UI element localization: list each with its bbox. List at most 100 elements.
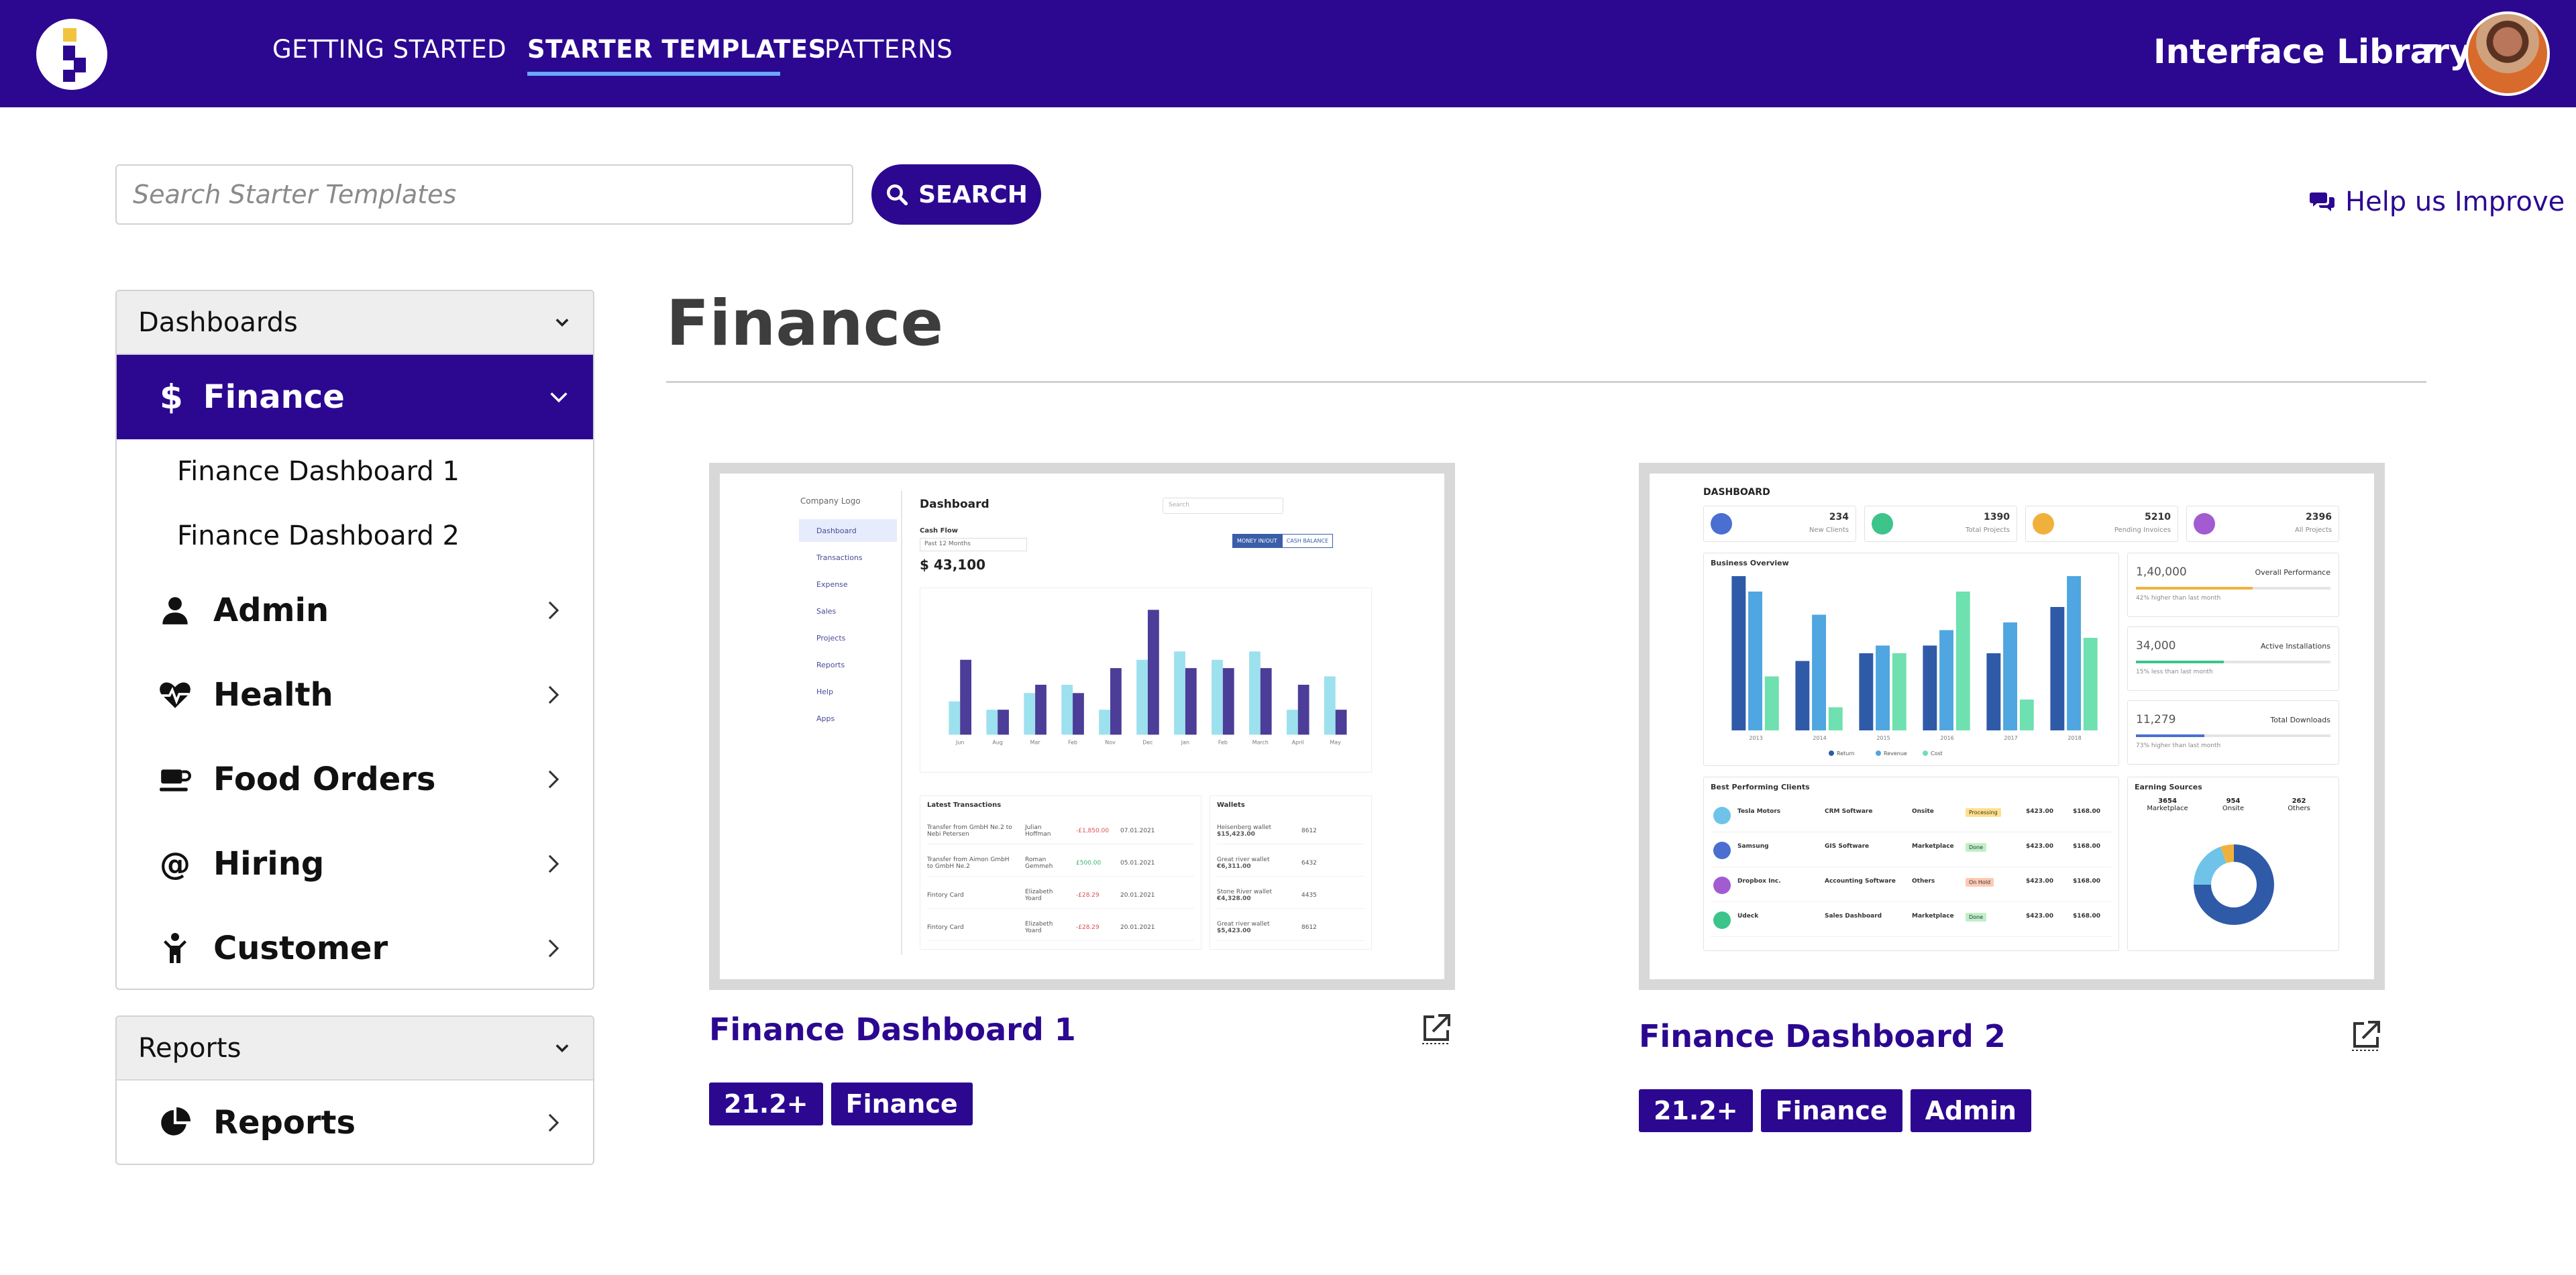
at-icon: @ [160, 846, 191, 882]
money-in-bar [1287, 710, 1298, 735]
preview-stat-card: 2396 All Projects [2186, 506, 2339, 542]
revenue-bar [1939, 630, 1953, 730]
preview-nav-item: Help [816, 687, 834, 696]
return-bar [1986, 653, 2001, 730]
money-in-bar [1061, 684, 1073, 735]
month-tick-label: May [1330, 739, 1342, 745]
tag-finance[interactable]: Finance [1760, 1089, 1902, 1132]
preview-kpi-card: 11,279 Total Downloads 73% higher than las… [2127, 700, 2339, 765]
money-in-bar [986, 710, 998, 735]
preview-period-select: Past 12 Months [920, 538, 1027, 551]
sidebar-item-label: Admin [213, 592, 329, 629]
template-title-finance-dashboard-1[interactable]: Finance Dashboard 1 [709, 1011, 1076, 1048]
cost-bar [1892, 653, 1907, 730]
preview-heading: DASHBOARD [1703, 487, 1770, 498]
sidebar-subitem-finance-dashboard-2[interactable]: Finance Dashboard 2 [117, 504, 593, 568]
sidebar-group-header-dashboards[interactable]: Dashboards [117, 291, 593, 355]
search-input[interactable] [115, 164, 853, 225]
app-logo[interactable] [36, 19, 107, 90]
year-tick-label: 2016 [1940, 735, 1953, 741]
tag-admin[interactable]: Admin [1910, 1089, 2031, 1132]
preview-kpi-card: 1,40,000 Overall Performance 42% higher th… [2127, 553, 2339, 617]
preview-sidebar: Company Logo Dashboard Transactions Expe… [794, 491, 902, 955]
tag-version[interactable]: 21.2+ [709, 1083, 823, 1125]
sidebar-item-health[interactable]: Health [117, 653, 593, 737]
money-in-bar [1099, 710, 1111, 735]
top-navbar: GETTING STARTED STARTER TEMPLATES PATTER… [0, 0, 2576, 107]
preview-business-chart: 2013 2014 2015 2016 2017 2018 Return Revenue Cos… [1731, 576, 2098, 757]
money-in-bar [1324, 676, 1336, 735]
preview-tx-row: Fintory Card Elizabeth Yoard -£28.29 20.01.… [927, 882, 1194, 909]
preview-wallet-row: Stone River wallet €4,328.00 4435 [1217, 882, 1364, 909]
preview-cash-flow-label: Cash Flow [920, 527, 959, 535]
sidebar-group-title: Dashboards [138, 307, 298, 338]
sidebar-item-food-orders[interactable]: Food Orders [117, 737, 593, 822]
user-avatar[interactable] [2465, 11, 2550, 96]
return-bar [1731, 576, 1746, 730]
dollar-icon: $ [160, 378, 183, 417]
preview-wallet-row: Great river wallet €6,311.00 6432 [1217, 850, 1364, 877]
chevron-right-icon [548, 1113, 559, 1132]
sidebar-item-hiring[interactable]: @ Hiring [117, 822, 593, 906]
template-preview-finance-dashboard-1[interactable]: Company Logo Dashboard Transactions Expe… [709, 463, 1455, 990]
nav-getting-started[interactable]: GETTING STARTED [272, 35, 506, 64]
year-tick-label: 2015 [1876, 735, 1890, 741]
legend-swatch [1923, 751, 1928, 756]
caret-down-icon[interactable] [2422, 44, 2438, 54]
template-preview-finance-dashboard-2[interactable]: DASHBOARD 234 New Clients 1390 Total Proje… [1639, 463, 2385, 990]
preview-nav-item: Expense [816, 579, 848, 589]
money-out-bar [998, 710, 1009, 735]
sidebar-item-label: Finance [203, 378, 345, 416]
preview-stat-card: 234 New Clients [1703, 506, 1856, 542]
page-title: Finance [666, 287, 944, 360]
month-tick-label: Mar [1030, 739, 1041, 745]
external-link-icon[interactable] [2349, 1018, 2383, 1052]
sidebar-item-finance[interactable]: $ Finance [117, 355, 593, 439]
sidebar-group-header-reports[interactable]: Reports [117, 1017, 593, 1080]
preview-earning-stat: 262 Others [2288, 797, 2310, 812]
money-out-bar [1297, 684, 1309, 735]
preview-kpi-card: 34,000 Active Installations 15% less than … [2127, 626, 2339, 691]
preview-latest-transactions: Latest Transactions Transfer from GmbH N… [920, 795, 1201, 950]
chevron-down-icon [550, 392, 568, 403]
sidebar-item-label: Health [213, 676, 333, 714]
legend-swatch [1829, 751, 1834, 756]
tag-finance[interactable]: Finance [830, 1083, 973, 1125]
preview-tx-row: Transfer from GmbH Ne.2 to Nebi Petersen… [927, 818, 1194, 844]
sidebar-item-reports[interactable]: Reports [117, 1080, 593, 1164]
preview-earning-sources: Earning Sources 3654 Marketplace 954 Onsit… [2127, 777, 2339, 951]
return-bar [1859, 653, 1874, 730]
cost-bar [1764, 676, 1779, 730]
sidebar-item-label: Customer [213, 930, 388, 967]
title-divider [666, 381, 2426, 383]
preview-screenshot: DASHBOARD 234 New Clients 1390 Total Proje… [1650, 474, 2374, 979]
pie-chart-icon [161, 1107, 191, 1135]
search-button[interactable]: SEARCH [871, 164, 1041, 225]
preview-nav-item: Reports [816, 660, 845, 669]
template-title-finance-dashboard-2[interactable]: Finance Dashboard 2 [1639, 1018, 2006, 1054]
nav-starter-templates[interactable]: STARTER TEMPLATES [527, 35, 826, 64]
money-out-bar [1260, 668, 1272, 735]
preview-amount: $ 43,100 [920, 557, 986, 573]
sidebar-item-admin[interactable]: Admin [117, 568, 593, 653]
month-tick-label: April [1292, 739, 1304, 745]
preview-wallets: Wallets Heisenberg wallet $15,423.00 8612 … [1210, 795, 1372, 950]
search-icon [887, 184, 908, 206]
preview-nav-item: Projects [816, 633, 846, 643]
preview-nav-item: Sales [816, 606, 837, 616]
sidebar-group-reports: Reports Reports [115, 1015, 594, 1165]
chevron-right-icon [548, 854, 559, 873]
chevron-right-icon [548, 601, 559, 620]
help-us-improve-link[interactable]: Help us Improve [2309, 186, 2565, 217]
sidebar-item-customer[interactable]: Customer [117, 906, 593, 989]
sidebar-subitem-finance-dashboard-1[interactable]: Finance Dashboard 1 [117, 439, 593, 504]
legend-label: Cost [1931, 751, 1943, 757]
external-link-icon[interactable] [1419, 1011, 1453, 1045]
preview-tx-row: Fintory Card Elizabeth Yoard -£28.29 20.01.… [927, 914, 1194, 941]
preview-nav-item: Apps [816, 714, 835, 723]
revenue-bar [2003, 622, 2017, 730]
nav-patterns[interactable]: PATTERNS [824, 35, 953, 64]
money-in-bar [949, 701, 961, 735]
revenue-bar [1748, 592, 1762, 730]
tag-version[interactable]: 21.2+ [1639, 1089, 1753, 1132]
